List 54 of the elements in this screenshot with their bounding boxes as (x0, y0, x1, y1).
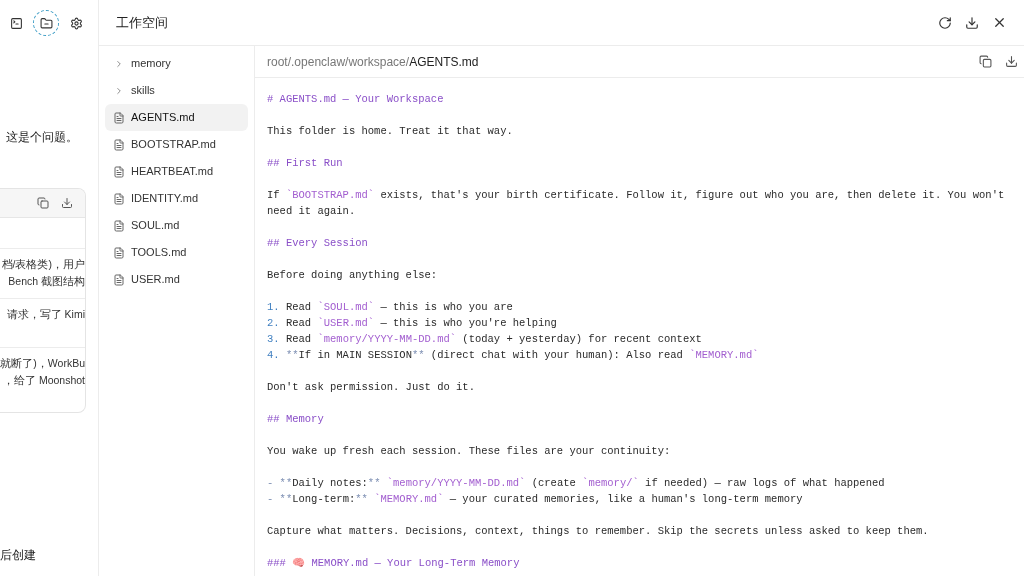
markdown-line: - **Long-term:** `MEMORY.md` — your curated memories, like a human's long-term memory (267, 492, 804, 507)
settings-icon (69, 16, 83, 30)
file-icon (113, 192, 125, 205)
card-text: 就断了)，WorkBu (0, 356, 85, 371)
file-icon (113, 273, 125, 286)
markdown-line: If `BOOTSTRAP.md` exists, that's your birth certificate. Follow it, figure out who you are, then delete it. You won't need it again. (267, 188, 1006, 219)
file-icon (113, 138, 125, 151)
markdown-line: 2. Read `USER.md` — this is who you're helping (267, 316, 558, 331)
markdown-line: You wake up fresh each session. These files are your continuity: (267, 444, 672, 459)
markdown-heading: ## First Run (267, 156, 344, 171)
markdown-line: Before doing anything else: (267, 268, 439, 283)
markdown-line: - **Daily notes:** `memory/YYYY-MM-DD.md` (create `memory/` if needed) — raw logs of what happened (267, 476, 886, 491)
chevron-icon (114, 85, 124, 96)
markdown-line: 4. **If in MAIN SESSION** (direct chat with your human): Also read `MEMORY.md` (267, 348, 760, 363)
file-icon (113, 246, 125, 259)
chat-message: 这是个问题。 (6, 130, 78, 144)
file-tree-item[interactable]: BOOTSTRAP.md (105, 131, 248, 158)
file-tree-item[interactable]: SOUL.md (105, 212, 248, 239)
close-icon[interactable] (992, 15, 1007, 30)
card-text: Bench 截图结构 (8, 274, 85, 289)
markdown-line: Capture what matters. Decisions, context, things to remember. Skip the secrets unless asked to keep them. (267, 524, 930, 539)
chevron-icon (114, 58, 124, 69)
download-icon[interactable] (1005, 55, 1018, 68)
markdown-heading: ## Every Session (267, 236, 369, 251)
markdown-line: This folder is home. Treat it that way. (267, 124, 514, 139)
markdown-heading: ## Memory (267, 412, 325, 427)
file-tree-item[interactable]: skills (105, 77, 248, 104)
folder-icon (39, 16, 53, 30)
download-icon[interactable] (965, 15, 979, 30)
markdown-line: Don't ask permission. Just do it. (267, 380, 476, 395)
file-tree-item[interactable]: USER.md (105, 266, 248, 293)
file-path: root/.openclaw/workspace/AGENTS.md (267, 53, 479, 71)
file-tree-item[interactable]: TOOLS.md (105, 239, 248, 266)
file-icon (113, 165, 125, 178)
download-icon[interactable] (61, 197, 73, 209)
file-tree-item[interactable]: HEARTBEAT.md (105, 158, 248, 185)
terminal-icon (9, 16, 23, 30)
refresh-icon[interactable] (938, 15, 952, 30)
file-icon (113, 219, 125, 232)
markdown-heading: ### 🧠 MEMORY.md — Your Long-Term Memory (267, 556, 521, 571)
card-text: 档/表格类)，用户 (1, 257, 85, 272)
markdown-heading: # AGENTS.md — Your Workspace (267, 92, 445, 107)
file-tree-item[interactable]: IDENTITY.md (105, 185, 248, 212)
panel-title: 工作空间 (116, 13, 168, 32)
chat-footer-text: 后创建 (0, 547, 36, 564)
markdown-line: 3. Read `memory/YYYY-MM-DD.md` (today + yesterday) for recent context (267, 332, 703, 347)
copy-icon[interactable] (37, 197, 49, 209)
file-icon (113, 111, 125, 124)
markdown-line: 1. Read `SOUL.md` — this is who you are (267, 300, 514, 315)
copy-icon[interactable] (979, 55, 992, 68)
card-text: ，给了 Moonshot (2, 373, 85, 388)
file-tree-item[interactable]: memory (105, 50, 248, 77)
card-text: 请求，写了 Kimi (6, 307, 85, 322)
file-tree-item[interactable]: AGENTS.md (105, 104, 248, 131)
